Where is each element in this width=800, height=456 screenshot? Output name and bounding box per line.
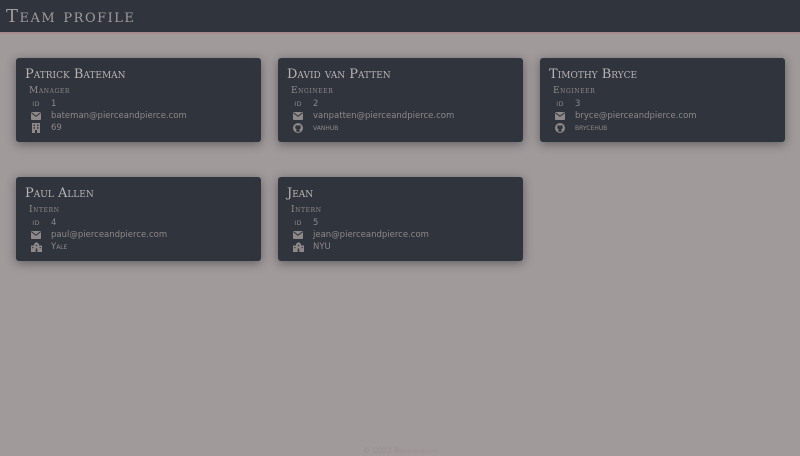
member-email-link[interactable]: bryce@pierceandpierce.com: [575, 111, 697, 121]
page-footer: © 2022 Refinements: [362, 446, 438, 455]
member-email-link[interactable]: paul@pierceandpierce.com: [51, 230, 167, 240]
member-id: 1: [51, 99, 57, 109]
member-role: Intern: [29, 205, 60, 215]
member-email-row: jean@pierceandpierce.com: [292, 229, 429, 241]
member-id: 5: [313, 218, 319, 228]
member-email-row: paul@pierceandpierce.com: [30, 229, 167, 241]
member-name: Patrick Bateman: [25, 67, 126, 82]
member-name: Jean: [287, 186, 314, 201]
member-id-row: ID 3: [554, 98, 580, 110]
member-id-row: ID 5: [292, 217, 318, 229]
id-icon: ID: [294, 219, 302, 227]
team-card-intern: Jean Intern ID 5 jean@pierceandpierce.co…: [278, 177, 523, 261]
page-header: Team profile: [0, 0, 800, 34]
id-icon: ID: [556, 100, 564, 108]
github-icon: [292, 122, 304, 134]
member-email-row: vanpatten@pierceandpierce.com: [292, 110, 454, 122]
envelope-icon: [292, 110, 304, 122]
member-office-row: 69: [30, 122, 62, 134]
member-role: Manager: [29, 86, 71, 96]
member-id-row: ID 4: [30, 217, 56, 229]
github-icon: [554, 122, 566, 134]
member-github-row: brycehub: [554, 122, 607, 134]
id-icon: ID: [294, 100, 302, 108]
member-id: 2: [313, 99, 319, 109]
member-name: Timothy Bryce: [549, 67, 638, 82]
envelope-icon: [292, 229, 304, 241]
member-email-row: bateman@pierceandpierce.com: [30, 110, 187, 122]
envelope-icon: [30, 110, 42, 122]
member-email-row: bryce@pierceandpierce.com: [554, 110, 697, 122]
school-icon: [292, 241, 304, 253]
team-card-intern: Paul Allen Intern ID 4 paul@pierceandpie…: [16, 177, 261, 261]
school-icon: [30, 241, 42, 253]
member-id: 4: [51, 218, 57, 228]
member-email-link[interactable]: vanpatten@pierceandpierce.com: [313, 111, 454, 121]
id-icon: ID: [32, 100, 40, 108]
member-school: NYU: [313, 242, 331, 252]
member-role: Engineer: [553, 86, 596, 96]
member-github-link[interactable]: vanhub: [313, 123, 338, 133]
member-id-row: ID 2: [292, 98, 318, 110]
member-email-link[interactable]: bateman@pierceandpierce.com: [51, 111, 187, 121]
member-school-row: NYU: [292, 241, 331, 253]
member-role: Intern: [291, 205, 322, 215]
page-title: Team profile: [6, 6, 136, 27]
team-card-engineer: Timothy Bryce Engineer ID 3 bryce@pierce…: [540, 58, 785, 142]
team-card-manager: Patrick Bateman Manager ID 1 bateman@pie…: [16, 58, 261, 142]
member-github-link[interactable]: brycehub: [575, 123, 607, 133]
building-icon: [30, 122, 42, 134]
team-card-engineer: David van Patten Engineer ID 2 vanpatten…: [278, 58, 523, 142]
envelope-icon: [30, 229, 42, 241]
member-name: Paul Allen: [25, 186, 94, 201]
envelope-icon: [554, 110, 566, 122]
member-school: Yale: [51, 242, 68, 252]
member-role: Engineer: [291, 86, 334, 96]
member-id-row: ID 1: [30, 98, 56, 110]
member-office-number: 69: [51, 123, 62, 133]
member-github-row: vanhub: [292, 122, 338, 134]
member-school-row: Yale: [30, 241, 67, 253]
member-name: David van Patten: [287, 67, 391, 82]
id-icon: ID: [32, 219, 40, 227]
member-id: 3: [575, 99, 581, 109]
member-email-link[interactable]: jean@pierceandpierce.com: [313, 230, 429, 240]
